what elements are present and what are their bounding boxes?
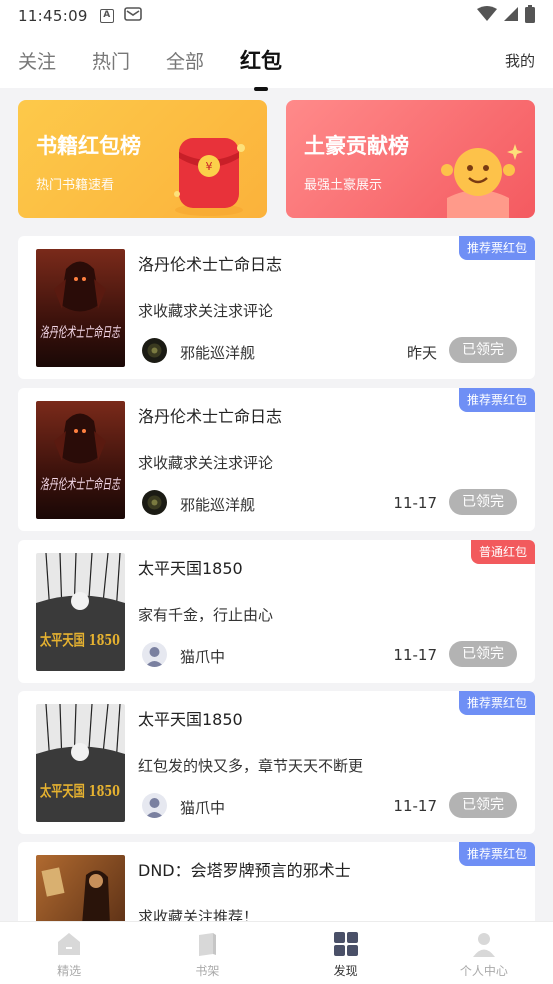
svg-text:洛丹伦术士亡命日志: 洛丹伦术士亡命日志 — [40, 477, 121, 493]
bottom-nav-profile[interactable]: 个人中心 — [415, 922, 553, 984]
send-date: 11-17 — [393, 797, 437, 815]
red-packet-type-tag: 推荐票红包 — [458, 842, 535, 866]
wifi-icon — [477, 6, 497, 26]
book-red-packet-banner[interactable]: 书籍红包榜 热门书籍速看 ¥ — [18, 100, 267, 218]
tab-red-packet[interactable]: 红包 — [240, 45, 282, 91]
book-cover: 太平天国 1850 — [36, 553, 125, 671]
bottom-nav-discover[interactable]: 发现 — [277, 922, 415, 984]
banner-title: 书籍红包榜 — [36, 134, 141, 158]
tycoon-contribution-banner[interactable]: 土豪贡献榜 最强土豪展示 — [286, 100, 535, 218]
svg-text:太平天国 1850: 太平天国 1850 — [40, 782, 120, 800]
svg-text:太平天国 1850: 太平天国 1850 — [40, 631, 120, 649]
bottom-nav-label: 精选 — [57, 964, 82, 978]
mail-notification-icon — [123, 6, 142, 26]
bookshelf-icon — [193, 930, 221, 958]
red-packet-type-tag: 推荐票红包 — [458, 691, 535, 715]
banner-subtitle: 热门书籍速看 — [36, 178, 115, 193]
book-cover: 洛丹伦术士亡命日志 — [36, 249, 125, 367]
svg-text:¥: ¥ — [206, 160, 213, 173]
featured-icon — [55, 930, 83, 958]
claimed-status-button[interactable]: 已领完 — [449, 489, 517, 515]
red-packet-card[interactable]: 太平天国 1850 普通红包 太平天国1850 家有千金，行止由心 猫爪中 11… — [18, 540, 535, 683]
sender-name[interactable]: 猫爪中 — [180, 797, 225, 818]
book-title: DND：会塔罗牌预言的邪术士 — [138, 861, 351, 880]
signal-icon — [503, 6, 519, 26]
red-packet-type-tag: 推荐票红包 — [458, 236, 535, 260]
smiley-mascot-icon — [433, 140, 523, 218]
sender-name[interactable]: 邪能巡洋舰 — [180, 342, 255, 363]
red-packet-type-tag: 普通红包 — [470, 540, 535, 564]
book-title: 太平天国1850 — [138, 710, 243, 729]
avatar[interactable] — [142, 793, 167, 818]
red-packet-card[interactable]: 洛丹伦术士亡命日志 推荐票红包 洛丹伦术士亡命日志 求收藏求关注求评论 邪能巡洋… — [18, 388, 535, 531]
mine-link[interactable]: 我的 — [505, 50, 535, 71]
red-packet-message: 红包发的快又多，章节天天不断更 — [138, 757, 364, 775]
banner-row: 书籍红包榜 热门书籍速看 ¥ 土豪贡献榜 最强土豪展示 — [18, 100, 535, 218]
claimed-status-button[interactable]: 已领完 — [449, 641, 517, 667]
bottom-nav-label: 书架 — [195, 964, 220, 978]
tab-follow[interactable]: 关注 — [18, 47, 56, 74]
battery-icon — [525, 5, 535, 27]
send-date: 11-17 — [393, 494, 437, 512]
avatar[interactable] — [142, 642, 167, 667]
tab-all[interactable]: 全部 — [166, 47, 204, 74]
red-packet-type-tag: 推荐票红包 — [458, 388, 535, 412]
red-packet-message: 家有千金，行止由心 — [138, 606, 274, 624]
banner-subtitle: 最强土豪展示 — [304, 178, 383, 193]
book-cover: 太平天国 1850 — [36, 704, 125, 822]
book-title: 太平天国1850 — [138, 559, 243, 578]
book-title: 洛丹伦术士亡命日志 — [138, 407, 283, 426]
red-packet-message: 求收藏求关注求评论 — [138, 302, 274, 320]
claimed-status-button[interactable]: 已领完 — [449, 792, 517, 818]
send-date: 11-17 — [393, 646, 437, 664]
bottom-nav-featured[interactable]: 精选 — [0, 922, 138, 984]
book-cover: 洛丹伦术士亡命日志 — [36, 401, 125, 519]
avatar[interactable] — [142, 338, 167, 363]
top-nav: 关注 热门 全部 红包 我的 — [0, 32, 553, 91]
banner-title: 土豪贡献榜 — [304, 134, 409, 158]
bottom-nav-label: 发现 — [333, 964, 358, 978]
status-bar: 11:45:09 A — [0, 0, 553, 32]
a-notification-icon: A — [99, 9, 114, 23]
claimed-status-button[interactable]: 已领完 — [449, 337, 517, 363]
bottom-nav-bookshelf[interactable]: 书架 — [138, 922, 276, 984]
red-packet-card[interactable]: 洛丹伦术士亡命日志 推荐票红包 洛丹伦术士亡命日志 求收藏求关注求评论 邪能巡洋… — [18, 236, 535, 379]
avatar[interactable] — [142, 490, 167, 515]
profile-icon — [470, 930, 498, 958]
svg-text:洛丹伦术士亡命日志: 洛丹伦术士亡命日志 — [40, 325, 121, 341]
bottom-nav-label: 个人中心 — [459, 964, 508, 978]
sender-name[interactable]: 猫爪中 — [180, 646, 225, 667]
book-title: 洛丹伦术士亡命日志 — [138, 255, 283, 274]
red-packet-card[interactable]: 太平天国 1850 推荐票红包 太平天国1850 红包发的快又多，章节天天不断更… — [18, 691, 535, 834]
bottom-nav: 精选 书架 发现 个人中心 — [0, 921, 553, 984]
status-time: 11:45:09 — [18, 7, 88, 25]
red-packet-message: 求收藏求关注求评论 — [138, 454, 274, 472]
red-envelope-icon: ¥ — [169, 128, 249, 218]
tab-hot[interactable]: 热门 — [92, 47, 130, 74]
send-date: 昨天 — [406, 344, 437, 362]
discover-icon — [332, 930, 360, 958]
sender-name[interactable]: 邪能巡洋舰 — [180, 494, 255, 515]
